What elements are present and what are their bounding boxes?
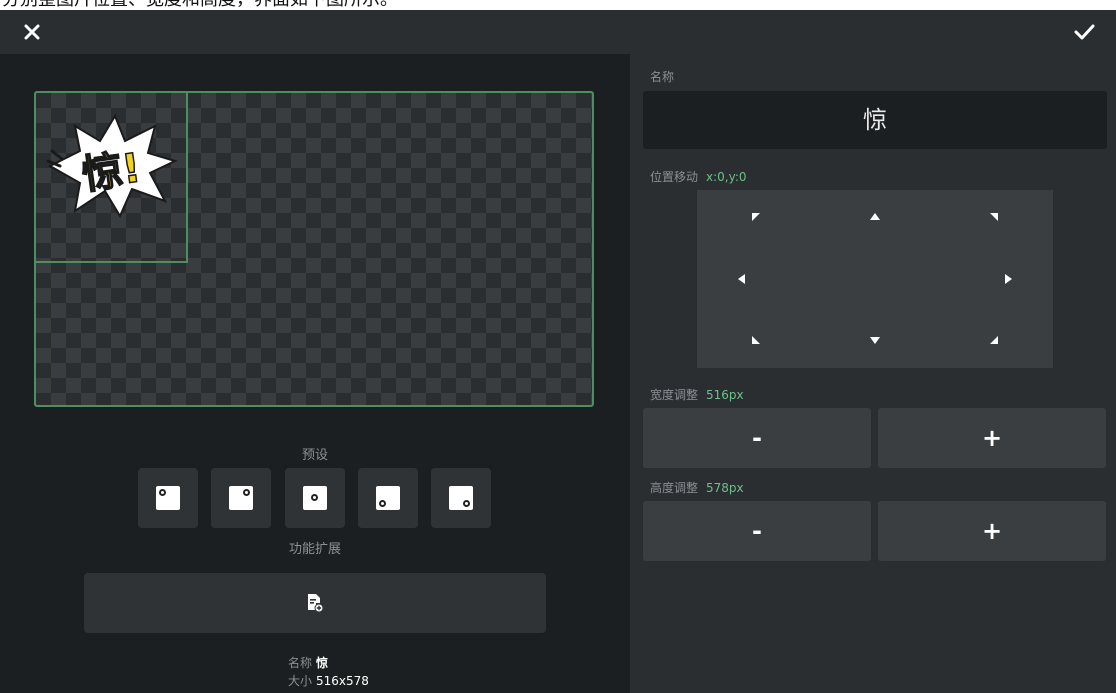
top-caption: 分别整图片位置、宽度和高度，界面如下图所示。 [0, 0, 1116, 10]
info-size: 大小 516x578 [288, 672, 369, 689]
move-label: 位置移动 [650, 170, 699, 184]
settings-panel: 名称 惊 位置移动 x:0,y:0 宽度调整 516px - + 高度调整 578px… [630, 54, 1116, 693]
width-section-label: 宽度调整 516px [650, 386, 744, 403]
preview-panel: 惊! 预设 功能扩展 名称 惊 大小 516x578 [0, 54, 630, 693]
preset-label: 预设 [301, 448, 328, 463]
extension-label: 功能扩展 [288, 542, 341, 557]
preset-bottom-left-button[interactable] [358, 468, 418, 528]
info-name-label: 名称 [288, 656, 313, 670]
extension-button[interactable] [84, 573, 546, 633]
sticker-text: 惊! [79, 144, 145, 199]
height-increase-button[interactable]: + [878, 501, 1106, 561]
move-down-left-button[interactable] [749, 333, 763, 347]
height-decrease-button[interactable]: - [643, 501, 871, 561]
preset-center-button[interactable] [285, 468, 345, 528]
top-bar [0, 10, 1116, 54]
preview-canvas[interactable]: 惊! [34, 91, 594, 407]
sticker-bounding-box[interactable]: 惊! [36, 93, 188, 263]
move-up-right-button[interactable] [987, 210, 1001, 224]
move-value: x:0,y:0 [706, 170, 747, 184]
name-field[interactable]: 惊 [643, 91, 1107, 149]
name-section-label: 名称 [650, 68, 674, 85]
width-value: 516px [706, 388, 744, 402]
confirm-button[interactable] [1066, 14, 1102, 50]
height-label: 高度调整 [650, 481, 699, 495]
caption-text: 分别整图片位置、宽度和高度，界面如下图所示。 [2, 0, 398, 10]
height-section-label: 高度调整 578px [650, 479, 744, 496]
check-icon [1074, 24, 1095, 40]
info-size-value: 516x578 [316, 674, 369, 688]
close-icon [24, 24, 40, 40]
move-up-button[interactable] [868, 210, 882, 224]
editor-window: 惊! 预设 功能扩展 名称 惊 大小 516x578 名称 惊 位置移动 x:0… [0, 10, 1116, 693]
preset-top-left-icon [156, 486, 180, 510]
info-name-value: 惊 [316, 656, 329, 670]
preset-top-right-icon [229, 486, 253, 510]
move-pad [697, 190, 1053, 368]
preset-top-right-button[interactable] [211, 468, 271, 528]
width-increase-button[interactable]: + [878, 408, 1106, 468]
file-add-icon [308, 594, 324, 613]
preset-top-left-button[interactable] [138, 468, 198, 528]
width-decrease-button[interactable]: - [643, 408, 871, 468]
move-down-right-button[interactable] [987, 333, 1001, 347]
height-value: 578px [706, 481, 744, 495]
move-down-button[interactable] [868, 333, 882, 347]
move-left-button[interactable] [735, 272, 749, 286]
width-label: 宽度调整 [650, 388, 699, 402]
preset-bottom-right-icon [449, 486, 473, 510]
name-label: 名称 [650, 70, 675, 84]
close-button[interactable] [14, 14, 50, 50]
info-size-label: 大小 [288, 674, 313, 688]
preset-center-icon [303, 486, 327, 510]
move-section-label: 位置移动 x:0,y:0 [650, 168, 747, 185]
preset-bottom-right-button[interactable] [431, 468, 491, 528]
move-up-left-button[interactable] [749, 210, 763, 224]
preset-bottom-left-icon [376, 486, 400, 510]
info-name: 名称惊 [288, 654, 328, 671]
move-right-button[interactable] [1001, 272, 1015, 286]
